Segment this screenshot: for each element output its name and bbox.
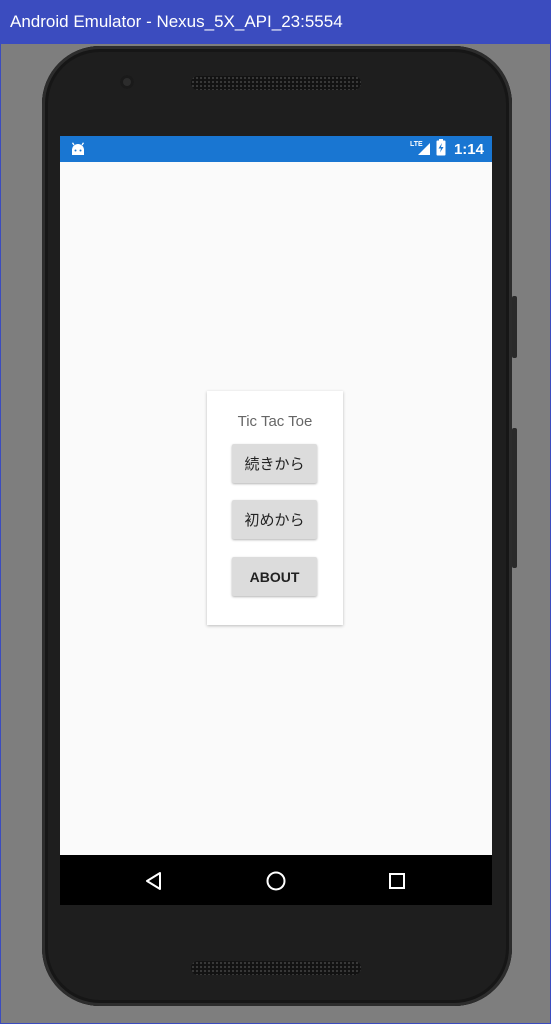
top-speaker-grille [191, 76, 361, 90]
power-button[interactable] [512, 296, 517, 358]
app-content: Tic Tac Toe 続きから 初めから ABOUT [60, 162, 492, 855]
window-title: Android Emulator - Nexus_5X_API_23:5554 [10, 12, 343, 31]
menu-dialog: Tic Tac Toe 続きから 初めから ABOUT [207, 391, 343, 625]
status-icons: LTE 1:14 [410, 136, 484, 162]
phone-screen: LTE 1:14 Tic Tac Toe 続きから 初めから ABOUT [60, 136, 492, 905]
bottom-speaker-grille [191, 961, 361, 975]
recent-apps-icon[interactable] [383, 867, 411, 895]
front-camera [120, 75, 134, 89]
android-icon [70, 141, 86, 160]
status-bar: LTE 1:14 [60, 136, 492, 162]
svg-text:LTE: LTE [410, 141, 423, 148]
clock: 1:14 [453, 140, 484, 158]
back-icon[interactable] [140, 867, 168, 895]
dialog-title: Tic Tac Toe [237, 413, 313, 430]
about-button[interactable]: ABOUT [232, 557, 317, 596]
home-icon[interactable] [262, 867, 290, 895]
lte-signal-icon: LTE [410, 138, 432, 160]
navigation-bar [60, 855, 492, 905]
volume-rocker[interactable] [512, 428, 517, 568]
continue-button[interactable]: 続きから [232, 444, 317, 483]
new-game-button[interactable]: 初めから [232, 500, 317, 539]
battery-charging-icon [436, 138, 446, 160]
window-title-bar[interactable]: Android Emulator - Nexus_5X_API_23:5554 [0, 0, 551, 44]
